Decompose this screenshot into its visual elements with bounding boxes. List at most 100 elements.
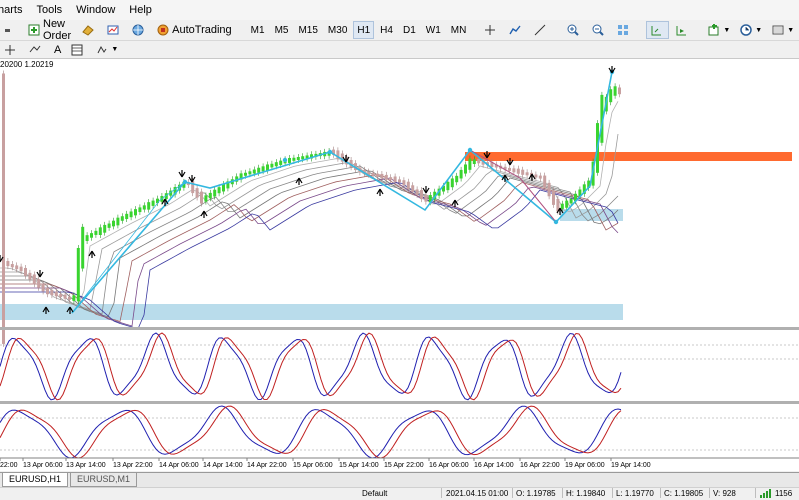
tf-m30[interactable]: M30 xyxy=(324,21,351,39)
candle-body xyxy=(94,230,98,235)
time-axis-label: 16 Apr 14:00 xyxy=(474,462,514,469)
templates-icon xyxy=(772,24,784,36)
tile-button[interactable] xyxy=(613,21,636,39)
trendline-button[interactable] xyxy=(530,21,553,39)
candle-body xyxy=(59,294,63,298)
candle-body xyxy=(424,194,428,202)
status-divider xyxy=(562,488,563,498)
vline-button[interactable] xyxy=(505,21,528,39)
trendline-icon xyxy=(534,24,546,36)
candle-body xyxy=(28,272,32,280)
expert-button[interactable] xyxy=(78,21,101,39)
tab-eurusd-m1[interactable]: EURUSD,M1 xyxy=(70,473,138,487)
candle-body xyxy=(41,283,45,292)
candle-body xyxy=(37,279,41,288)
candle-body xyxy=(376,173,379,178)
candle-body xyxy=(90,233,93,238)
candle-body xyxy=(125,213,129,220)
menu-charts[interactable]: harts xyxy=(0,4,36,16)
tf-h1[interactable]: H1 xyxy=(353,21,375,39)
chart-shift-icon xyxy=(650,24,662,36)
time-axis-label: 19 Apr 14:00 xyxy=(611,462,651,469)
candle-body xyxy=(618,87,621,95)
moving-average-line xyxy=(0,101,619,306)
time-axis-label: 13 Apr 22:00 xyxy=(113,462,153,469)
autotrading-button[interactable]: AutoTrading xyxy=(153,21,237,39)
templates-button[interactable]: ▼ xyxy=(768,21,798,39)
toolbar-grip-icon[interactable] xyxy=(0,21,14,39)
zigzag-point xyxy=(282,157,288,163)
chart-canvas[interactable]: 22:00 13 Apr 06:00 13 Apr 14:00 13 Apr 22:0… xyxy=(0,59,799,471)
candle-body xyxy=(525,172,529,176)
candle-body xyxy=(512,168,516,173)
connection-icon[interactable] xyxy=(760,488,772,500)
zoom-in-button[interactable] xyxy=(563,21,586,39)
autotrading-icon xyxy=(157,24,169,36)
arrow-down-icon xyxy=(178,170,186,178)
candle-body xyxy=(112,220,115,227)
market-watch-button[interactable] xyxy=(103,21,126,39)
menu-tools[interactable]: Tools xyxy=(36,4,76,16)
candle-body xyxy=(420,190,423,200)
text-tool-button[interactable]: A xyxy=(50,41,65,59)
horizontal-line-button[interactable] xyxy=(25,41,48,59)
candle-body xyxy=(393,176,397,183)
arrow-up-icon xyxy=(88,250,96,258)
drawing-toolbar: A ▼ xyxy=(0,41,799,59)
time-axis-label: 19 Apr 06:00 xyxy=(565,462,605,469)
menu-window[interactable]: Window xyxy=(76,4,129,16)
candle-body xyxy=(63,294,67,299)
subwindow-separator xyxy=(0,401,799,404)
zigzag-line xyxy=(71,71,613,314)
zigzag-point xyxy=(182,179,188,185)
fibo-button[interactable] xyxy=(67,41,90,59)
candle-body xyxy=(450,178,454,188)
candle-body xyxy=(389,177,393,181)
crosshair-button[interactable] xyxy=(480,21,503,39)
candle-body xyxy=(516,168,520,174)
time-axis-label: 16 Apr 06:00 xyxy=(429,462,469,469)
main-toolbar: New Order AutoTrading M1 M5 M15 M30 H1 H… xyxy=(0,18,799,42)
globe-icon xyxy=(132,24,144,36)
tf-m15[interactable]: M15 xyxy=(294,21,321,39)
menu-help[interactable]: Help xyxy=(129,4,161,16)
tf-mn[interactable]: MN xyxy=(447,21,471,39)
time-axis-label: 13 Apr 14:00 xyxy=(66,462,106,469)
time-axis-label: 22:00 xyxy=(0,462,18,469)
tf-d1[interactable]: D1 xyxy=(399,21,420,39)
tf-h4[interactable]: H4 xyxy=(376,21,397,39)
line-tools-icon xyxy=(29,44,41,56)
candle-body xyxy=(252,169,256,174)
status-datetime: 2021.04.15 01:00 xyxy=(446,489,509,498)
candle-body xyxy=(270,163,274,168)
shapes-button[interactable]: ▼ xyxy=(92,41,122,59)
globe-button[interactable] xyxy=(128,21,151,39)
periods-button[interactable]: ▼ xyxy=(736,21,766,39)
candle-body xyxy=(552,190,555,205)
chart-window[interactable]: 22:00 13 Apr 06:00 13 Apr 14:00 13 Apr 22:0… xyxy=(0,59,799,471)
tf-m1[interactable]: M1 xyxy=(247,21,269,39)
candle-body xyxy=(288,157,291,163)
candle-body xyxy=(406,181,410,190)
candle-body xyxy=(72,295,76,301)
candle-body xyxy=(301,156,305,160)
tab-eurusd-h1[interactable]: EURUSD,H1 xyxy=(2,473,69,487)
candle-body xyxy=(138,207,142,213)
zoom-out-icon xyxy=(592,24,605,36)
status-divider xyxy=(512,488,513,498)
tf-m5[interactable]: M5 xyxy=(271,21,293,39)
autoscroll-button[interactable] xyxy=(671,21,694,39)
candle-body xyxy=(24,267,27,276)
zoom-out-button[interactable] xyxy=(588,21,611,39)
new-order-button[interactable]: New Order xyxy=(24,18,76,42)
chart-shift-button[interactable] xyxy=(646,21,670,39)
tf-w1[interactable]: W1 xyxy=(422,21,445,39)
candle-body xyxy=(613,86,617,96)
cursor-button[interactable] xyxy=(0,41,23,59)
arrow-up-icon xyxy=(376,188,384,196)
status-traffic: 1156 xyxy=(775,489,793,498)
time-axis-label: 15 Apr 06:00 xyxy=(293,462,333,469)
time-axis-label: 14 Apr 06:00 xyxy=(159,462,199,469)
candle-body xyxy=(560,203,564,209)
indicators-button[interactable]: ▼ xyxy=(704,21,734,39)
